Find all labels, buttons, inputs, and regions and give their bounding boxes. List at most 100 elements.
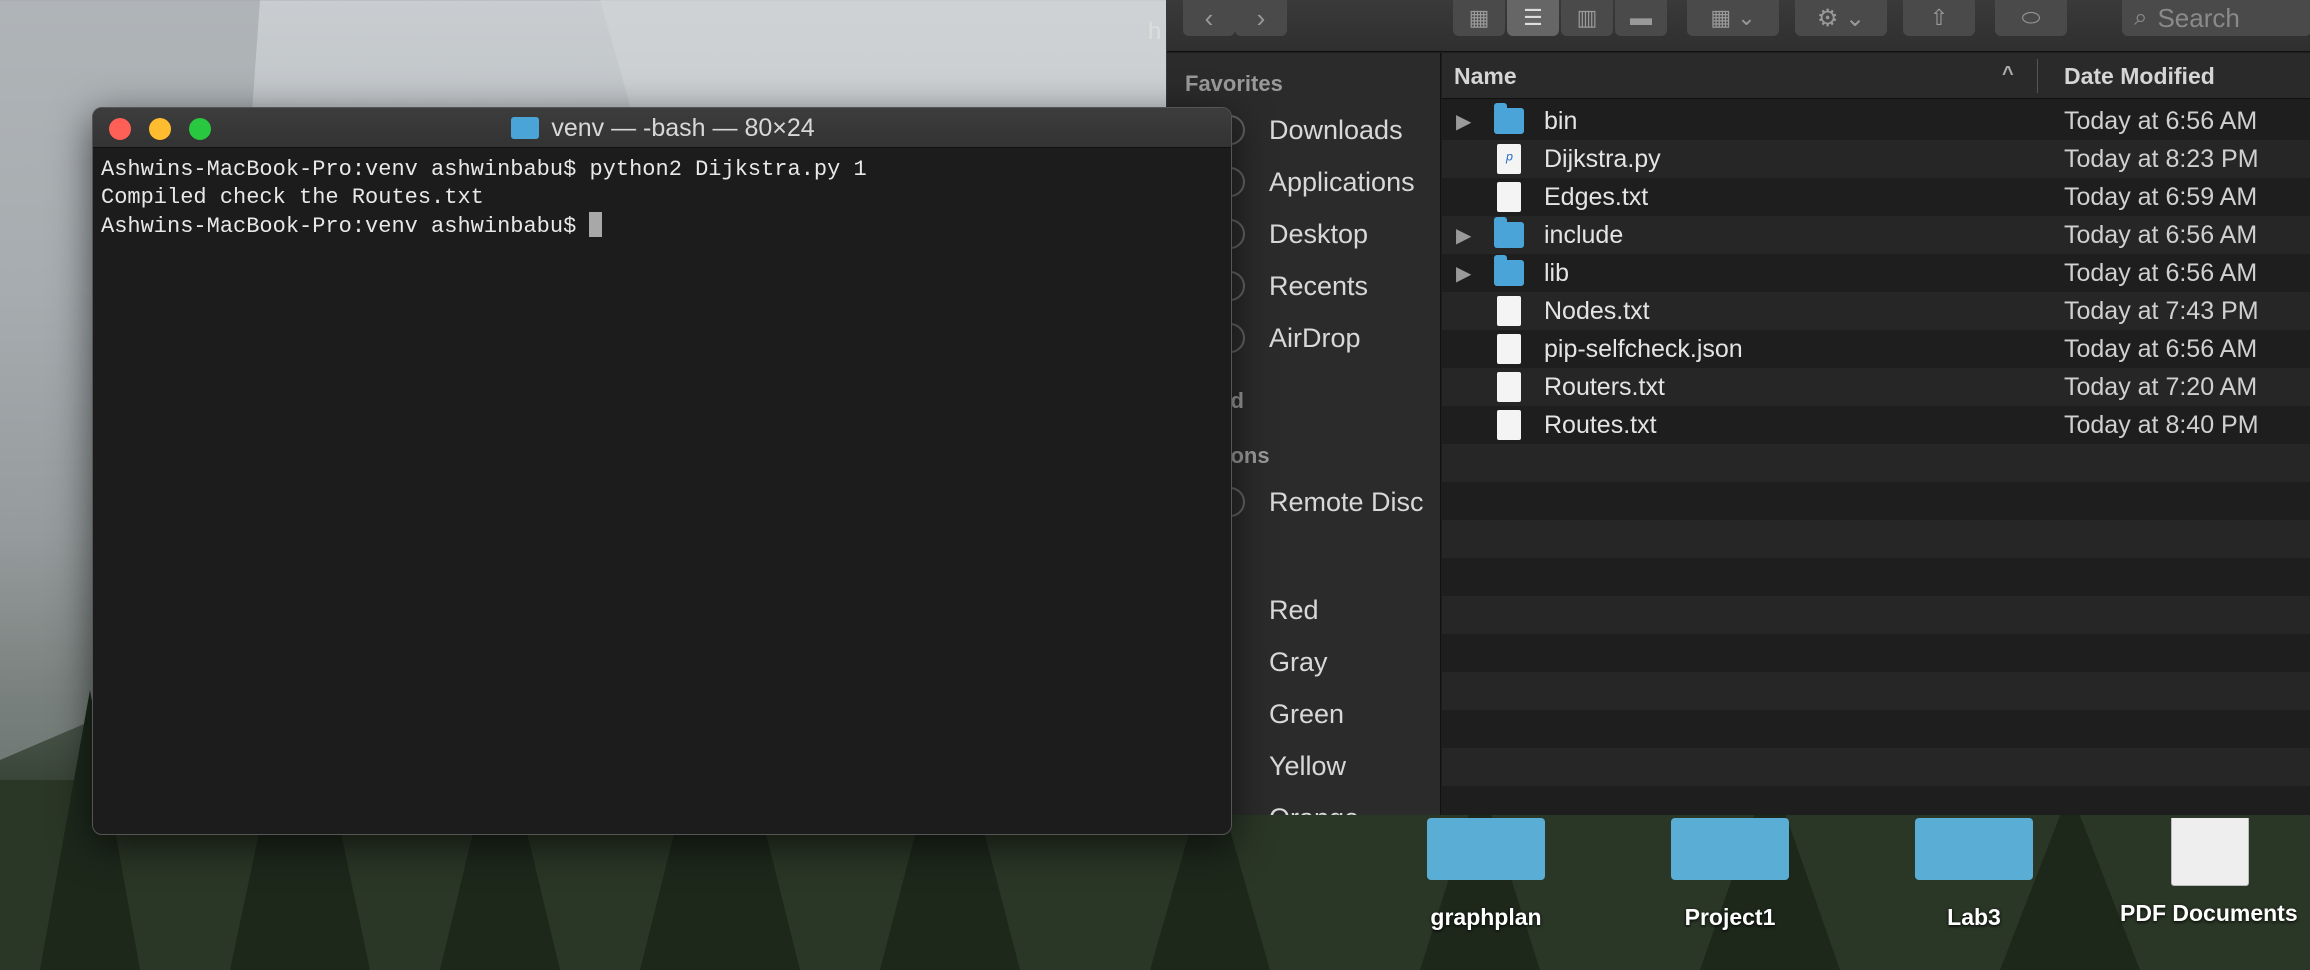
table-row[interactable]: Routes.txt Today at 8:40 PM xyxy=(1442,406,2310,444)
disclosure-triangle-icon[interactable]: ▶ xyxy=(1456,223,1471,248)
action-button[interactable]: ⚙ ⌄ xyxy=(1795,0,1887,36)
table-row[interactable]: pip-selfcheck.json Today at 6:56 AM xyxy=(1442,330,2310,368)
forward-button[interactable]: › xyxy=(1235,0,1287,36)
tags-button[interactable]: ⬭ xyxy=(1995,0,2067,36)
share-icon: ⇧ xyxy=(1929,5,1949,30)
search-placeholder: Search xyxy=(2157,2,2240,33)
desktop-icon-lab3[interactable]: Lab3 xyxy=(1874,818,2074,931)
column-header-name[interactable]: Name xyxy=(1454,63,1517,90)
folder-icon xyxy=(1494,217,1524,248)
desktop-icon-label: Lab3 xyxy=(1947,904,2001,930)
desktop-icon-project1[interactable]: Project1 xyxy=(1630,818,1830,931)
empty-row xyxy=(1442,672,2310,710)
file-date: Today at 6:56 AM xyxy=(2064,334,2258,363)
document-icon xyxy=(1497,334,1521,364)
column-header-date-modified[interactable]: Date Modified xyxy=(2064,63,2215,90)
table-row[interactable]: Nodes.txt Today at 7:43 PM xyxy=(1442,292,2310,330)
search-icon: ⌕ xyxy=(2134,4,2148,31)
pdf-stack-icon xyxy=(2171,818,2249,886)
desktop-icon-pdf-documents[interactable]: PDF Documents xyxy=(2110,818,2310,927)
columns-icon: ▥ xyxy=(1576,5,1598,30)
table-row[interactable]: ▶ lib Today at 6:56 AM xyxy=(1442,254,2310,292)
disclosure-triangle-icon[interactable]: ▶ xyxy=(1456,109,1471,134)
sort-ascending-icon: ^ xyxy=(2002,63,2014,85)
file-name: Routes.txt xyxy=(1544,410,1657,439)
disclosure-triangle-icon[interactable]: ▶ xyxy=(1456,261,1471,286)
sidebar-item-label: Green xyxy=(1269,698,1345,729)
file-name: lib xyxy=(1544,258,1570,287)
icon-view-button[interactable]: ▦ xyxy=(1453,0,1505,36)
file-date: Today at 7:43 PM xyxy=(2064,296,2259,325)
list-icon: ☰ xyxy=(1523,5,1543,30)
file-date: Today at 7:20 AM xyxy=(2064,372,2258,401)
table-row[interactable]: ᵖ Dijkstra.py Today at 8:23 PM xyxy=(1442,140,2310,178)
finder-window[interactable]: ‹ › ▦ ☰ ▥ ▬ ▦ ⌄ ⚙ ⌄ ⇧ ⬭ ⌕ Search Favorit… xyxy=(1166,0,2310,815)
desktop-icon-label: PDF Documents xyxy=(2120,900,2298,926)
sidebar-item-label: Desktop xyxy=(1269,218,1369,249)
table-row[interactable]: ▶ bin Today at 6:56 AM xyxy=(1442,102,2310,140)
search-input[interactable]: ⌕ Search xyxy=(2122,0,2310,36)
terminal-line: Compiled check the Routes.txt xyxy=(101,185,484,210)
document-icon xyxy=(1497,182,1521,212)
folder-icon xyxy=(1671,818,1789,880)
chevron-right-icon: › xyxy=(1256,2,1266,33)
grid-icon: ▦ xyxy=(1468,5,1490,30)
sidebar-item-label: Remote Disc xyxy=(1269,486,1424,517)
file-date: Today at 8:40 PM xyxy=(2064,410,2259,439)
file-date: Today at 6:56 AM xyxy=(2064,220,2258,249)
column-view-button[interactable]: ▥ xyxy=(1561,0,1613,36)
file-date: Today at 6:59 AM xyxy=(2064,182,2258,211)
text-cursor xyxy=(589,212,603,237)
sidebar-item-label: Downloads xyxy=(1269,114,1403,145)
chevron-left-icon: ‹ xyxy=(1204,2,1214,33)
desktop-icon-graphplan[interactable]: graphplan xyxy=(1386,818,1586,931)
empty-row xyxy=(1442,444,2310,482)
file-name: bin xyxy=(1544,106,1578,135)
list-view-button[interactable]: ☰ xyxy=(1507,0,1559,36)
folder-icon xyxy=(1915,818,2033,880)
folder-icon xyxy=(1427,818,1545,880)
back-button[interactable]: ‹ xyxy=(1183,0,1235,36)
file-name: Dijkstra.py xyxy=(1544,144,1661,173)
python-file-icon: ᵖ xyxy=(1497,144,1521,174)
sidebar-item-label: Applications xyxy=(1269,166,1415,197)
folder-icon xyxy=(511,117,540,139)
tag-icon: ⬭ xyxy=(2021,5,2041,30)
file-date: Today at 8:23 PM xyxy=(2064,144,2259,173)
folder-icon xyxy=(1494,103,1524,134)
desktop-icon-label: graphplan xyxy=(1430,904,1542,930)
desktop-icon-label: Project1 xyxy=(1684,904,1776,930)
terminal-prompt-line[interactable]: Ashwins-MacBook-Pro:venv ashwinbabu$ xyxy=(101,212,1221,241)
file-name: pip-selfcheck.json xyxy=(1544,334,1743,363)
document-icon xyxy=(1497,410,1521,440)
favorites-header: Favorites xyxy=(1185,71,1283,96)
terminal-window[interactable]: venv — -bash — 80×24 Ashwins-MacBook-Pro… xyxy=(92,107,1232,835)
file-name: include xyxy=(1544,220,1624,249)
share-button[interactable]: ⇧ xyxy=(1903,0,1975,36)
terminal-output[interactable]: Ashwins-MacBook-Pro:venv ashwinbabu$ pyt… xyxy=(101,156,1221,826)
document-icon xyxy=(1497,372,1521,402)
file-name: Nodes.txt xyxy=(1544,296,1650,325)
folder-icon xyxy=(1494,255,1524,286)
background-window-fragment: h xyxy=(1148,18,1162,45)
terminal-title: venv — -bash — 80×24 xyxy=(93,108,1231,148)
column-divider[interactable] xyxy=(2037,59,2038,93)
group-button[interactable]: ▦ ⌄ xyxy=(1687,0,1779,36)
list-header: Name ^ Date Modified xyxy=(1442,53,2310,99)
terminal-titlebar[interactable]: venv — -bash — 80×24 xyxy=(93,108,1231,148)
gallery-icon: ▬ xyxy=(1630,5,1652,30)
table-row[interactable]: Edges.txt Today at 6:59 AM xyxy=(1442,178,2310,216)
sidebar-item-label: Gray xyxy=(1269,646,1328,677)
empty-row xyxy=(1442,520,2310,558)
table-row[interactable]: Routers.txt Today at 7:20 AM xyxy=(1442,368,2310,406)
gallery-view-button[interactable]: ▬ xyxy=(1615,0,1667,36)
group-grid-icon: ▦ ⌄ xyxy=(1710,5,1756,30)
table-row[interactable]: ▶ include Today at 6:56 AM xyxy=(1442,216,2310,254)
sidebar-item-label: Red xyxy=(1269,594,1319,625)
sidebar-item-label: Orange xyxy=(1269,803,1359,816)
file-list: Name ^ Date Modified ▶ bin Today at 6:56… xyxy=(1442,53,2310,815)
empty-row xyxy=(1442,596,2310,634)
gear-icon: ⚙ ⌄ xyxy=(1816,4,1866,32)
file-name: Edges.txt xyxy=(1544,182,1649,211)
sidebar-item-label: AirDrop xyxy=(1269,322,1361,353)
